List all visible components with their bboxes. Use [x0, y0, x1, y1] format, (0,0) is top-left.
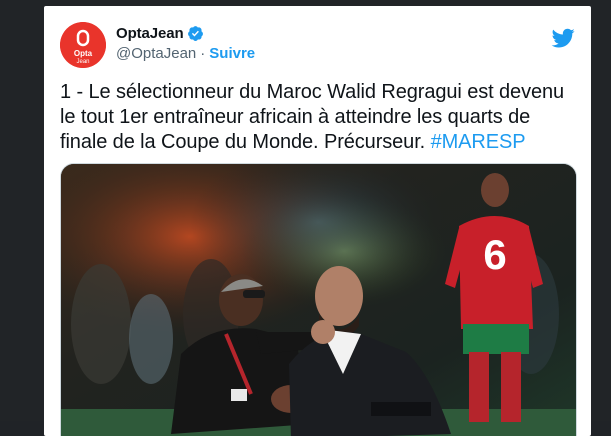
verified-badge-icon: [187, 25, 204, 42]
tweet-text: 1 - Le sélectionneur du Maroc Walid Regr…: [60, 80, 572, 155]
avatar[interactable]: Opta Jean: [60, 22, 106, 68]
avatar-text-top: Opta: [74, 49, 93, 58]
opta-logo-icon: Opta Jean: [60, 22, 106, 68]
separator-dot: ·: [200, 45, 206, 62]
embedded-tweet-card: Opta Jean OptaJean @OptaJean · Suivre 1 …: [44, 6, 591, 436]
avatar-text-bottom: Jean: [76, 59, 89, 65]
twitter-bird-icon[interactable]: [551, 26, 575, 50]
hashtag-link[interactable]: #MARESP: [431, 131, 526, 153]
name-line: OptaJean: [116, 23, 255, 43]
display-name[interactable]: OptaJean: [116, 25, 184, 42]
jersey-number: 6: [483, 231, 506, 278]
tweet-header: Opta Jean OptaJean @OptaJean · Suivre: [60, 18, 575, 74]
user-info: OptaJean @OptaJean · Suivre: [116, 23, 255, 63]
handle-line: @OptaJean · Suivre: [116, 45, 255, 62]
tweet-photo[interactable]: 6: [60, 163, 577, 436]
follow-button[interactable]: Suivre: [209, 45, 255, 62]
user-handle[interactable]: @OptaJean: [116, 45, 196, 62]
